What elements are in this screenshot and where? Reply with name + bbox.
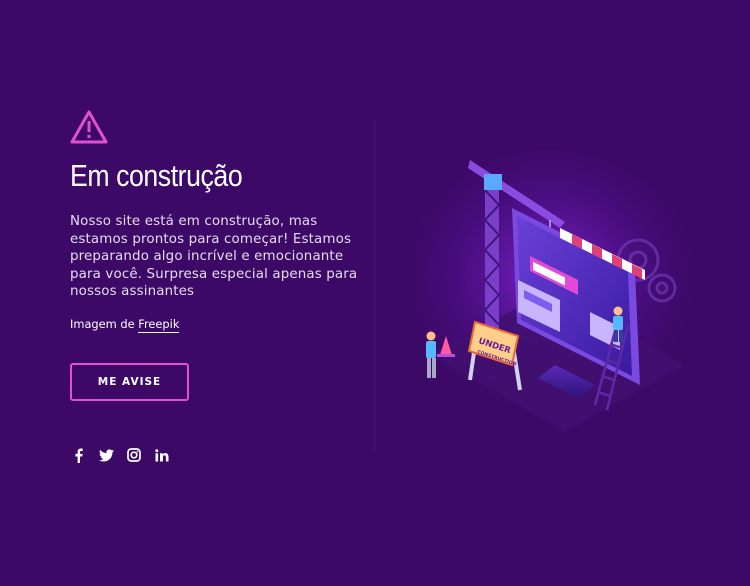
worker-standing (426, 331, 436, 378)
notify-button[interactable]: ME AVISE (70, 363, 189, 401)
page-background: Em construção Nosso site está em constru… (0, 0, 750, 586)
twitter-icon[interactable] (98, 446, 114, 464)
divider (374, 118, 375, 454)
hero-description: Nosso site está em construção, mas estam… (70, 214, 358, 300)
worker-on-ladder (613, 306, 623, 342)
page-title: Em construção (70, 158, 243, 193)
facebook-icon[interactable] (70, 446, 86, 464)
warning-icon (70, 110, 108, 144)
image-credit: Imagem de Freepik (70, 317, 180, 333)
construction-illustration: UNDER CONSTRUCTION (400, 150, 700, 432)
instagram-icon[interactable] (126, 446, 142, 464)
freepik-link[interactable]: Freepik (138, 317, 180, 333)
linkedin-icon[interactable] (154, 446, 170, 464)
social-links (70, 446, 170, 464)
credit-prefix: Imagem de (70, 317, 139, 331)
